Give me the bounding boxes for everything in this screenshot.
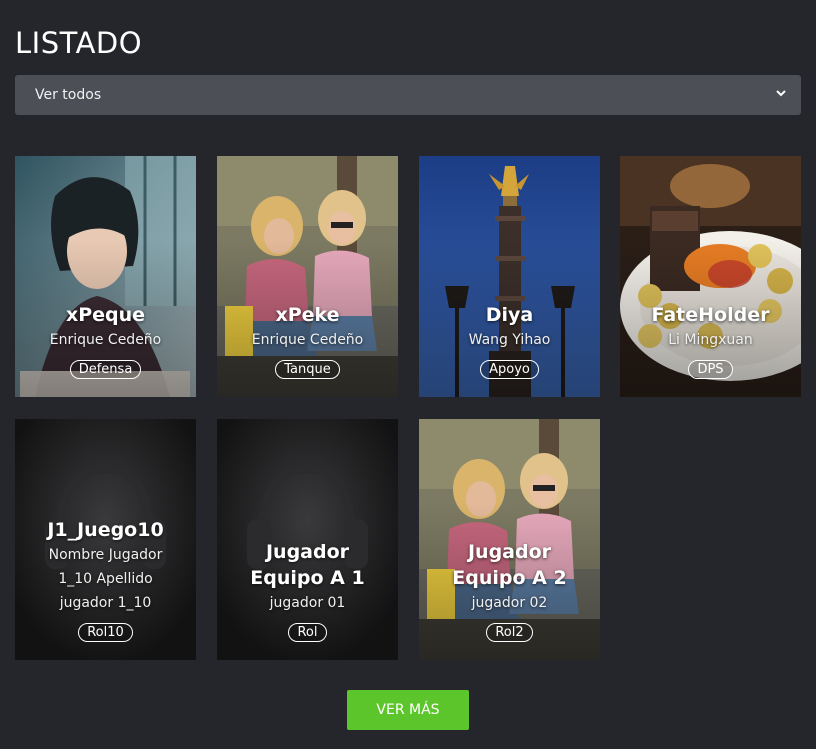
- role-badge: Tanque: [275, 360, 340, 379]
- player-nick: Diya: [485, 304, 534, 326]
- player-name: Li Mingxuan: [668, 332, 753, 348]
- player-name-line: 1_10 Apellido: [58, 571, 153, 587]
- player-card[interactable]: Jugador Equipo A 1 jugador 01 Rol: [217, 419, 398, 660]
- player-name: Enrique Cedeño: [49, 332, 162, 348]
- player-card[interactable]: J1_Juego10 Nombre Jugador 1_10 Apellido …: [15, 419, 196, 660]
- player-name: jugador 01: [269, 595, 346, 611]
- player-nick-line: Equipo A 1: [250, 567, 365, 589]
- role-badge: DPS: [688, 360, 733, 379]
- chevron-down-icon: [776, 90, 786, 97]
- player-card[interactable]: xPeque Enrique Cedeño Defensa: [15, 156, 196, 397]
- filter-select[interactable]: Ver todos: [15, 75, 801, 115]
- role-badge: Apoyo: [480, 360, 539, 379]
- player-nick-line: Jugador: [265, 541, 350, 563]
- player-card[interactable]: Jugador Equipo A 2 jugador 02 Rol2: [419, 419, 600, 660]
- player-nick-line: Equipo A 2: [452, 567, 567, 589]
- player-name: Wang Yihao: [468, 332, 551, 348]
- player-nick: xPeque: [65, 304, 146, 326]
- player-card[interactable]: Diya Wang Yihao Apoyo: [419, 156, 600, 397]
- player-name-line: jugador 1_10: [59, 595, 152, 611]
- player-nick: FateHolder: [651, 304, 770, 326]
- player-nick: J1_Juego10: [47, 519, 164, 541]
- role-badge: Rol10: [78, 623, 133, 642]
- filter-select-value: Ver todos: [35, 87, 102, 103]
- player-name: jugador 02: [471, 595, 548, 611]
- player-nick: xPeke: [275, 304, 340, 326]
- role-badge: Rol: [288, 623, 327, 642]
- see-more-button[interactable]: VER MÁS: [347, 690, 469, 730]
- player-name-line: Nombre Jugador: [48, 547, 163, 563]
- player-card[interactable]: xPeke Enrique Cedeño Tanque: [217, 156, 398, 397]
- player-nick-line: Jugador: [467, 541, 552, 563]
- page-title: LISTADO: [15, 26, 143, 60]
- role-badge: Rol2: [486, 623, 533, 642]
- player-card[interactable]: FateHolder Li Mingxuan DPS: [620, 156, 801, 397]
- role-badge: Defensa: [69, 360, 142, 379]
- player-name: Enrique Cedeño: [251, 332, 364, 348]
